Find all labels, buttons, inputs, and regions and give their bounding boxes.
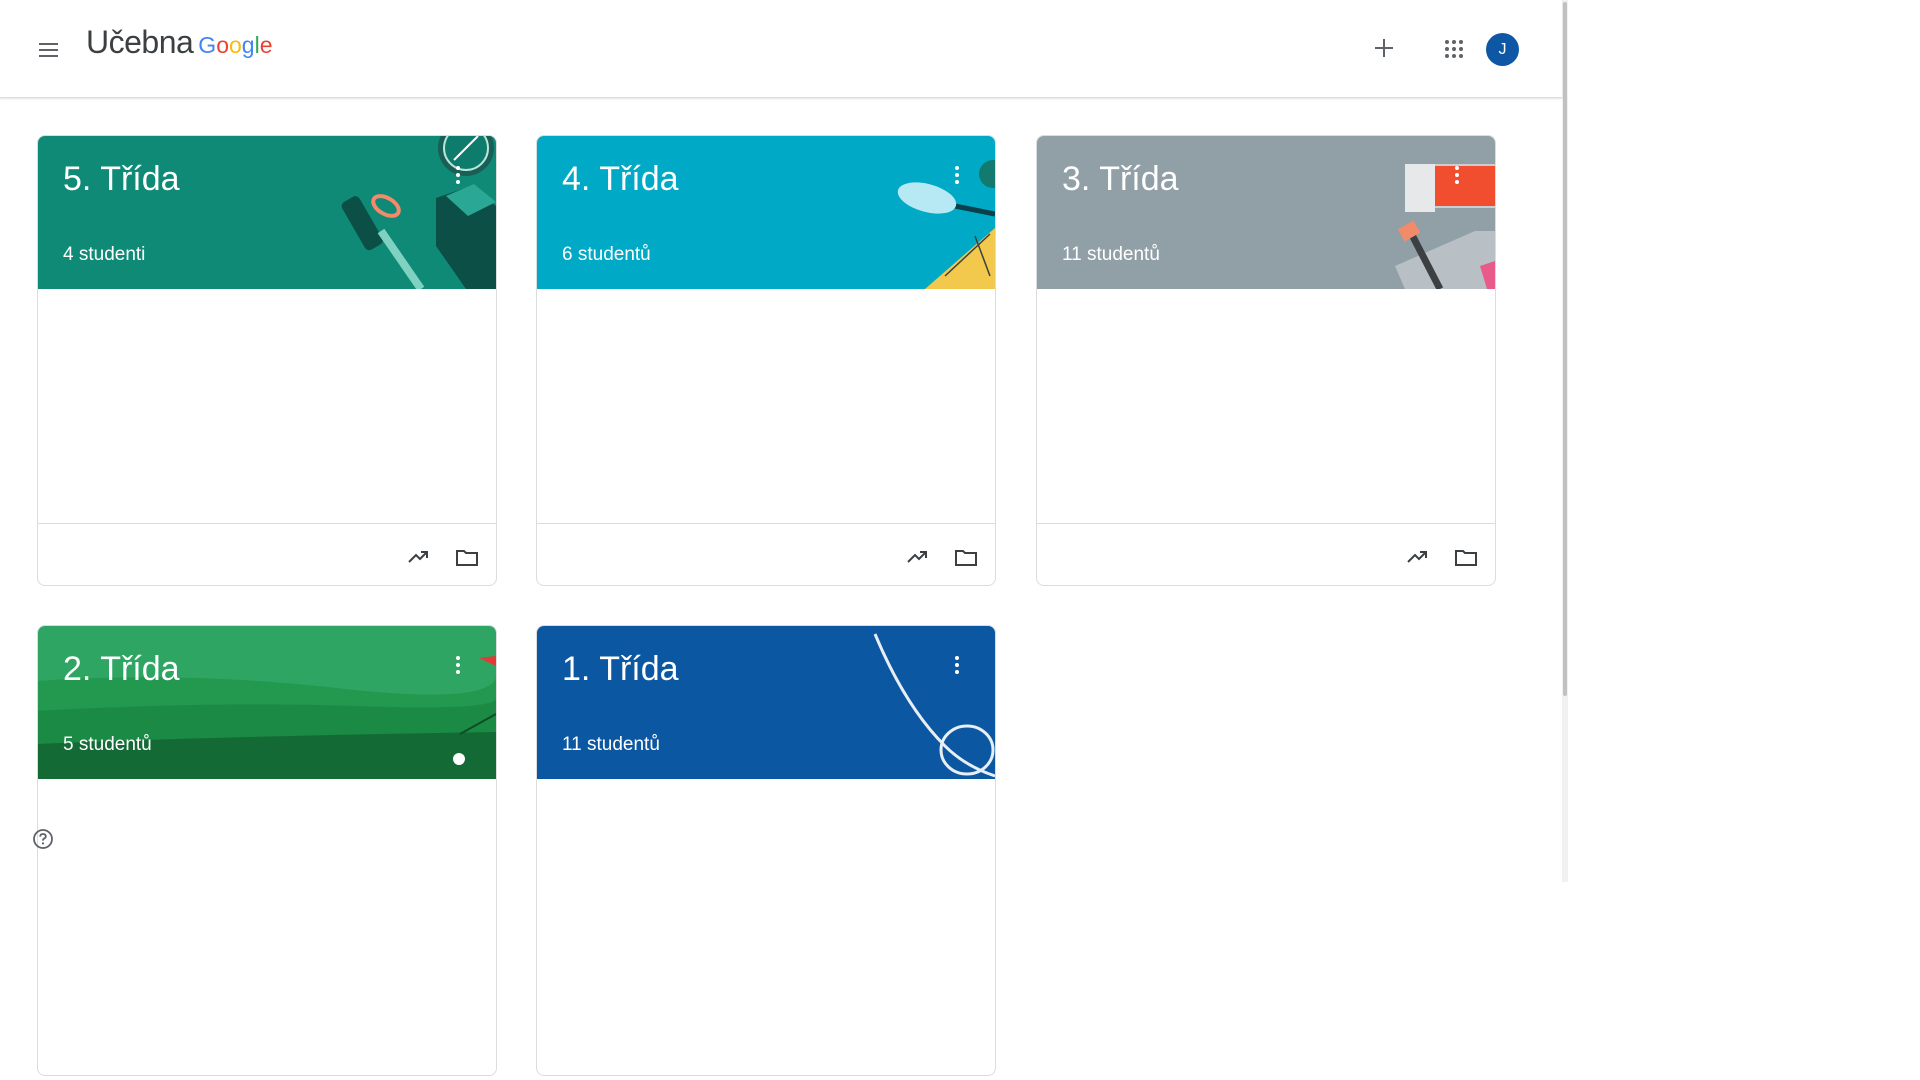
class-card-header[interactable]: 1. Třída 11 studentů xyxy=(537,626,995,779)
top-app-bar: Učebna Google J xyxy=(0,0,1562,98)
paint-tube-and-brush-illustration xyxy=(1395,164,1495,289)
class-card-header[interactable]: 3. Třída 11 studentů xyxy=(1037,136,1495,289)
class-title[interactable]: 4. Třída xyxy=(562,160,679,199)
class-title[interactable]: 3. Třída xyxy=(1062,160,1179,199)
class-title[interactable]: 5. Třída xyxy=(63,160,180,199)
more-vert-icon[interactable] xyxy=(947,653,967,677)
account-avatar[interactable]: J xyxy=(1486,33,1519,66)
folder-icon[interactable] xyxy=(1453,544,1479,570)
class-card-header[interactable]: 2. Třída 5 studentů xyxy=(38,626,496,779)
class-card-footer xyxy=(537,523,995,585)
student-count: 11 studentů xyxy=(1062,244,1160,265)
folder-icon[interactable] xyxy=(953,544,979,570)
more-vert-icon[interactable] xyxy=(448,163,468,187)
class-card-footer xyxy=(38,523,496,585)
class-card-header[interactable]: 5. Třída 4 studenti xyxy=(38,136,496,289)
paddle-and-ruler-illustration xyxy=(897,160,995,289)
class-title[interactable]: 2. Třída xyxy=(63,650,180,689)
trending-up-icon[interactable] xyxy=(1405,544,1431,570)
class-title[interactable]: 1. Třída xyxy=(562,650,679,689)
compass-and-tools-illustration xyxy=(341,136,496,289)
rope-loop-illustration xyxy=(873,633,995,778)
more-vert-icon[interactable] xyxy=(947,163,967,187)
avatar-initial: J xyxy=(1498,40,1507,58)
trending-up-icon[interactable] xyxy=(905,544,931,570)
student-count: 5 studentů xyxy=(63,734,152,755)
google-wordmark: Google xyxy=(198,32,273,58)
help-circle-icon[interactable] xyxy=(32,828,54,850)
hamburger-menu-icon[interactable] xyxy=(30,32,66,68)
class-card-footer xyxy=(1037,523,1495,585)
apps-grid-icon[interactable] xyxy=(1436,30,1472,66)
more-vert-icon[interactable] xyxy=(448,653,468,677)
class-card[interactable]: 5. Třída 4 studenti xyxy=(37,135,497,586)
app-logo[interactable]: Učebna Google xyxy=(86,24,273,61)
folder-icon[interactable] xyxy=(454,544,480,570)
golf-field-illustration xyxy=(38,656,496,779)
plus-icon[interactable] xyxy=(1366,30,1402,66)
student-count: 11 studentů xyxy=(562,734,660,755)
class-card[interactable]: 1. Třída 11 studentů xyxy=(536,625,996,1076)
scrollbar-thumb[interactable] xyxy=(1563,2,1567,696)
class-card[interactable]: 2. Třída 5 studentů xyxy=(37,625,497,1076)
student-count: 6 studentů xyxy=(562,244,651,265)
trending-up-icon[interactable] xyxy=(406,544,432,570)
student-count: 4 studenti xyxy=(63,244,146,265)
class-card[interactable]: 3. Třída 11 studentů xyxy=(1036,135,1496,586)
class-card[interactable]: 4. Třída 6 studentů xyxy=(536,135,996,586)
app-name: Učebna xyxy=(86,24,194,60)
more-vert-icon[interactable] xyxy=(1447,163,1467,187)
class-card-header[interactable]: 4. Třída 6 studentů xyxy=(537,136,995,289)
